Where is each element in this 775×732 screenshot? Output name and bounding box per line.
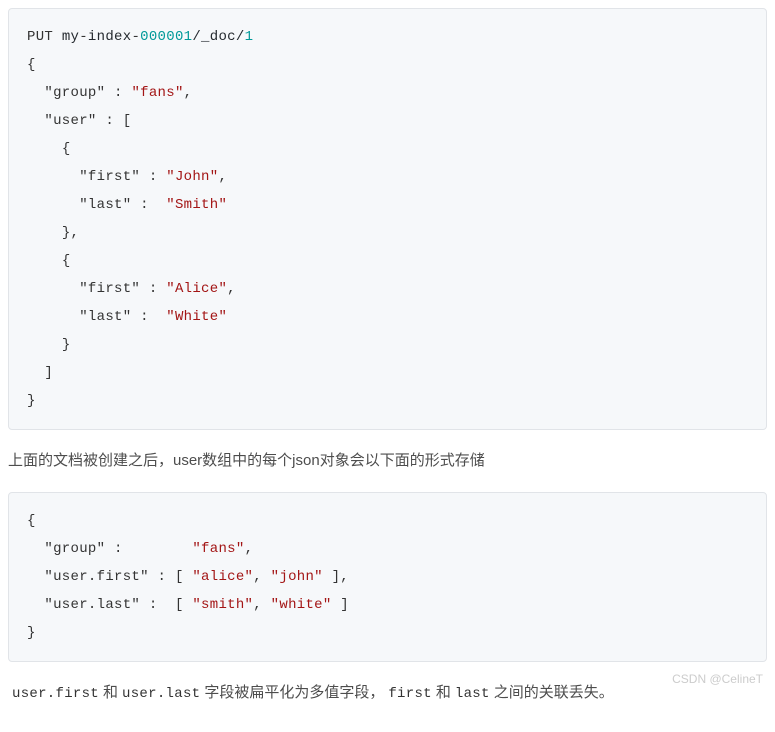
comma: , — [218, 169, 227, 185]
colon: : — [149, 169, 158, 185]
colon: : — [158, 569, 167, 585]
dash: - — [131, 29, 140, 45]
inline-code: user.last — [118, 685, 204, 703]
brace: } — [27, 625, 36, 641]
text: 和 — [103, 684, 118, 701]
colon: : — [140, 197, 149, 213]
brace: { — [62, 141, 71, 157]
comma: , — [253, 597, 262, 613]
json-string: "fans" — [192, 541, 244, 557]
json-key: "first" — [79, 169, 140, 185]
paragraph-2: user.first和user.last字段被扁平化为多值字段，first和la… — [8, 680, 767, 707]
index-part: index — [88, 29, 132, 45]
bracket: [ — [123, 113, 132, 129]
text: 字段被扁平化为多值字段， — [204, 684, 384, 701]
index-num: 000001 — [140, 29, 192, 45]
dash: - — [79, 29, 88, 45]
comma: , — [245, 541, 254, 557]
json-string: "White" — [166, 309, 227, 325]
comma: , — [71, 225, 80, 241]
json-key: "user.first" — [44, 569, 148, 585]
json-string: "fans" — [131, 85, 183, 101]
json-key: "group" — [44, 85, 105, 101]
json-key: "last" — [79, 309, 131, 325]
inline-code: last — [451, 685, 494, 703]
inline-code: first — [384, 685, 436, 703]
colon: : — [105, 113, 114, 129]
json-string: "John" — [166, 169, 218, 185]
comma: , — [227, 281, 236, 297]
colon: : — [114, 85, 123, 101]
json-key: "user.last" — [44, 597, 140, 613]
comma: , — [340, 569, 349, 585]
brace: { — [27, 57, 36, 73]
comma: , — [184, 85, 193, 101]
inline-code: user.first — [8, 685, 103, 703]
json-key: "last" — [79, 197, 131, 213]
paragraph-1: 上面的文档被创建之后，user数组中的每个json对象会以下面的形式存储 — [8, 448, 767, 474]
colon: : — [149, 597, 158, 613]
doc-id: 1 — [245, 29, 254, 45]
json-string: "white" — [271, 597, 332, 613]
json-string: "Alice" — [166, 281, 227, 297]
text: 之间的关联丢失。 — [494, 684, 614, 701]
brace: { — [62, 253, 71, 269]
bracket: [ — [175, 597, 184, 613]
json-string: "Smith" — [166, 197, 227, 213]
brace: { — [27, 513, 36, 529]
comma: , — [253, 569, 262, 585]
json-key: "first" — [79, 281, 140, 297]
brace: } — [62, 337, 71, 353]
http-method: PUT — [27, 29, 53, 45]
text: 和 — [436, 684, 451, 701]
brace: } — [27, 393, 36, 409]
index-part: my — [62, 29, 79, 45]
path-seg: /_doc/ — [192, 29, 244, 45]
colon: : — [140, 309, 149, 325]
json-string: "smith" — [192, 597, 253, 613]
json-string: "alice" — [192, 569, 253, 585]
brace: } — [62, 225, 71, 241]
colon: : — [114, 541, 123, 557]
bracket: ] — [332, 569, 341, 585]
json-key: "group" — [44, 541, 105, 557]
watermark: CSDN @CelineT — [672, 670, 763, 689]
bracket: ] — [340, 597, 349, 613]
bracket: ] — [44, 365, 53, 381]
colon: : — [149, 281, 158, 297]
code-block-1: PUT my-index-000001/_doc/1 { "group" : "… — [8, 8, 767, 430]
code-block-2: { "group" : "fans", "user.first" : [ "al… — [8, 492, 767, 662]
json-string: "john" — [271, 569, 323, 585]
json-key: "user" — [44, 113, 96, 129]
bracket: [ — [175, 569, 184, 585]
